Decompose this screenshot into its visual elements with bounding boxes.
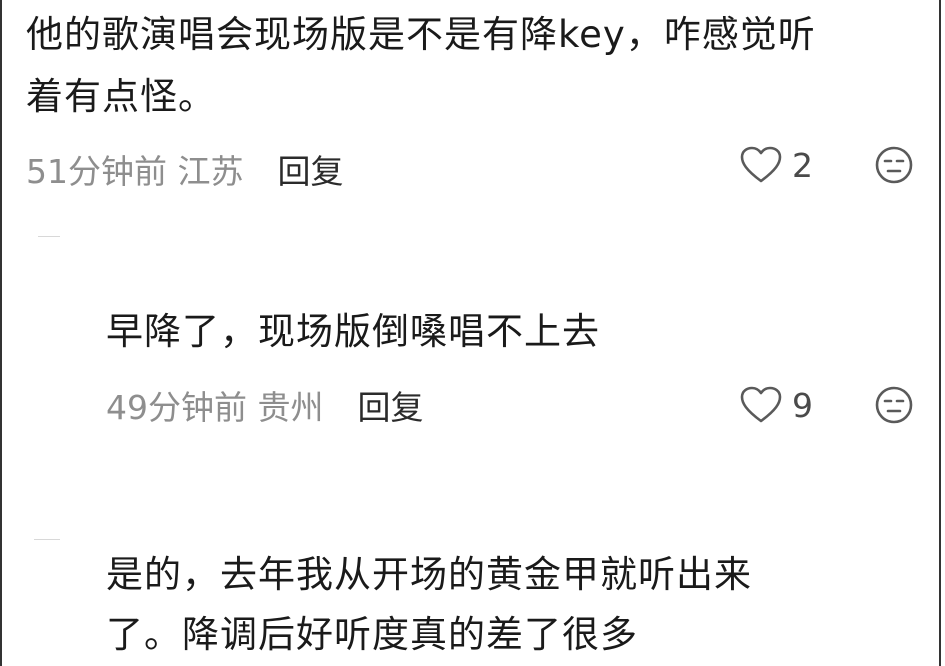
- like-button[interactable]: 9: [740, 380, 813, 430]
- avatar-fragment: [34, 539, 60, 540]
- avatar-fragment: [38, 236, 60, 237]
- comment-meta: 51分钟前 江苏 回复: [26, 144, 343, 194]
- heart-outline-icon: [740, 146, 782, 183]
- neutral-face-icon[interactable]: [874, 385, 914, 425]
- comment-text-line: 着有点怪。: [26, 75, 216, 118]
- neutral-face-icon[interactable]: [874, 145, 914, 185]
- heart-outline-icon: [740, 386, 782, 423]
- comment-time-location: 51分钟前 江苏: [26, 152, 244, 191]
- like-count: 9: [792, 385, 813, 425]
- like-count: 2: [792, 145, 813, 185]
- comment-text-line: 是的，去年我从开场的黄金甲就听出来: [106, 553, 752, 596]
- comment-text-line: 了。降调后好听度真的差了很多: [106, 613, 638, 656]
- reply-button[interactable]: 回复: [357, 381, 423, 429]
- comment-time-location: 49分钟前 贵州: [106, 388, 324, 427]
- comment-text-line: 早降了，现场版倒嗓唱不上去: [106, 310, 600, 353]
- like-button[interactable]: 2: [740, 140, 813, 190]
- reply-button[interactable]: 回复: [277, 145, 343, 193]
- comment-text-line: 他的歌演唱会现场版是不是有降key，咋感觉听: [26, 13, 816, 56]
- comment-meta: 49分钟前 贵州 回复: [106, 380, 423, 430]
